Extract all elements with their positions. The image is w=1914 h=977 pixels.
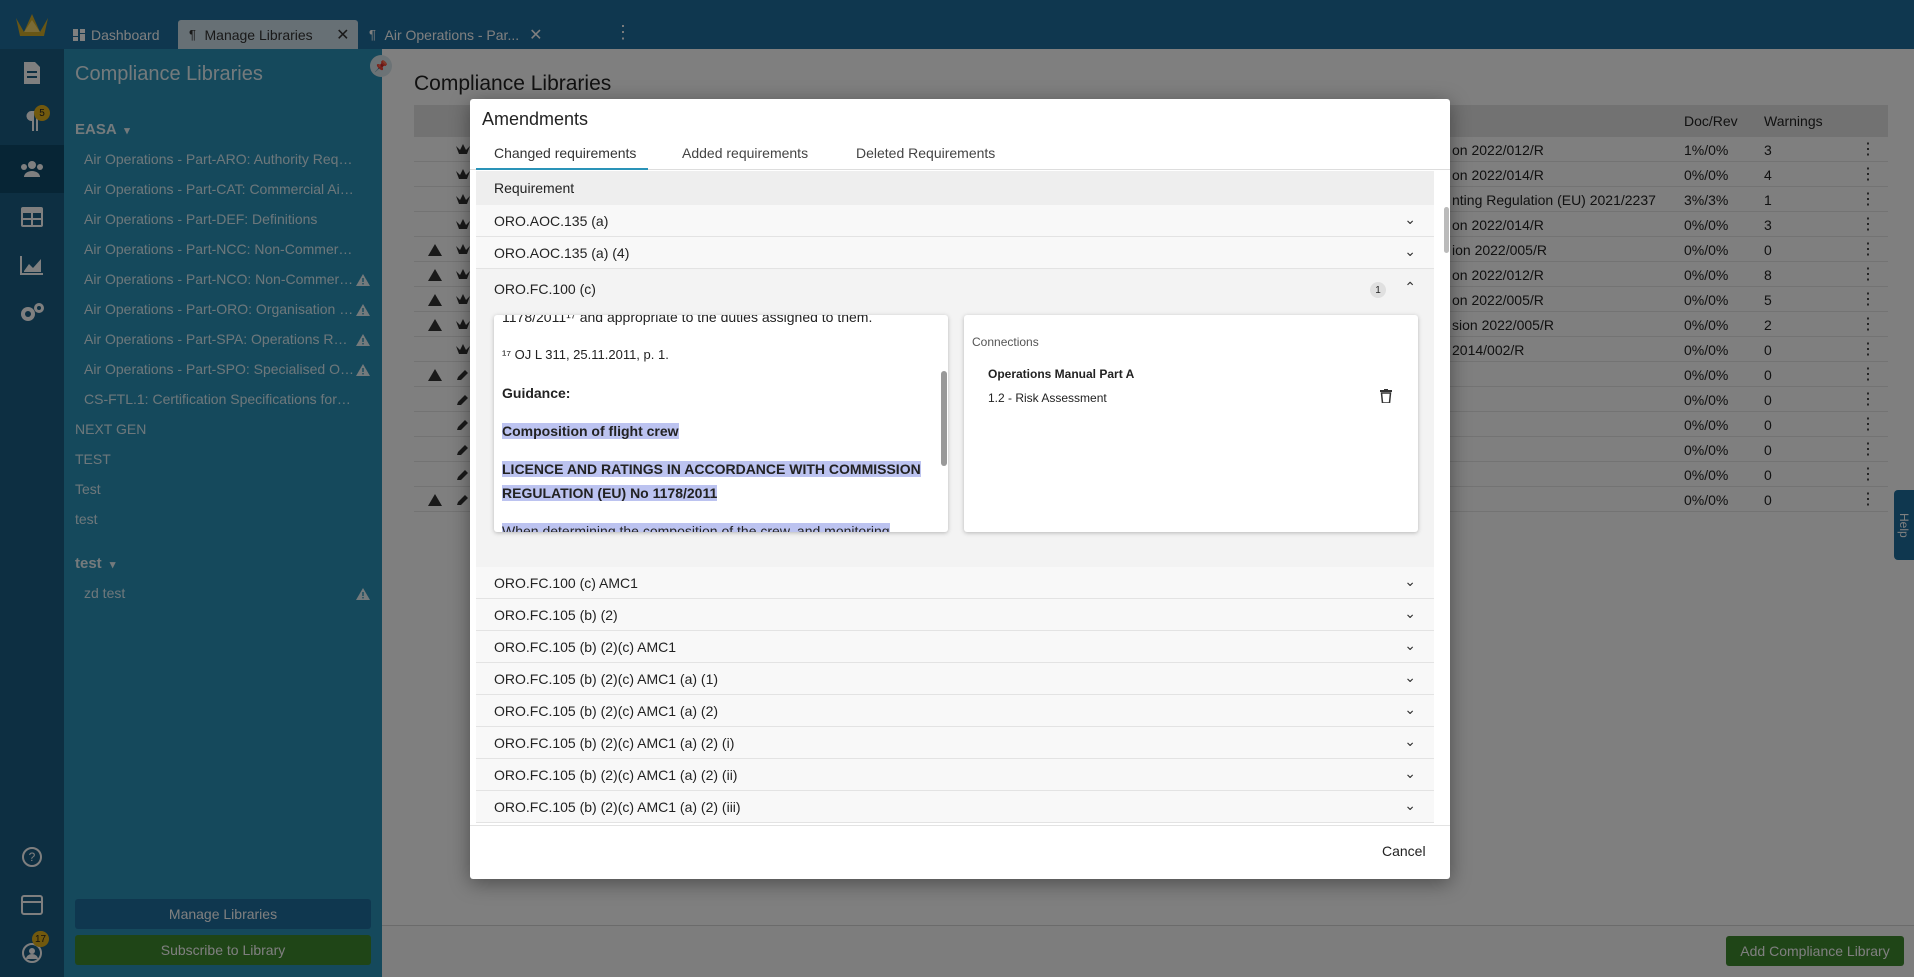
tab-deleted-requirements[interactable]: Deleted Requirements <box>856 145 995 161</box>
requirement-row[interactable]: ORO.FC.105 (b) (2)(c) AMC1 (a) (1) ⌄ <box>476 663 1434 695</box>
requirement-row[interactable]: ORO.FC.105 (b) (2) ⌄ <box>476 599 1434 631</box>
licence-heading: LICENCE AND RATINGS IN ACCORDANCE WITH C… <box>502 457 922 505</box>
chevron-down-icon: ⌄ <box>1404 243 1416 259</box>
requirement-row[interactable]: ORO.AOC.135 (a) ⌄ <box>476 205 1434 237</box>
requirement-label: ORO.FC.100 (c) <box>494 281 596 297</box>
requirements-list: ORO.AOC.135 (a) ⌄ ORO.AOC.135 (a) (4) ⌄ … <box>476 205 1434 825</box>
connections-panel: Connections Operations Manual Part A 1.2… <box>964 315 1418 532</box>
requirement-label: ORO.AOC.135 (a) <box>494 213 609 229</box>
requirement-label: ORO.FC.105 (b) (2)(c) AMC1 (a) (1) <box>494 671 719 687</box>
requirement-label: ORO.AOC.135 (a) (4) <box>494 245 630 261</box>
chevron-down-icon: ⌄ <box>1404 605 1416 621</box>
highlighted-text: LICENCE AND RATINGS IN ACCORDANCE WITH C… <box>502 461 921 501</box>
requirement-text-panel[interactable]: 1178/2011¹⁷ and appropriate to the dutie… <box>494 315 948 532</box>
requirement-row[interactable]: ORO.AOC.135 (a) (4) ⌄ <box>476 237 1434 269</box>
connection-count-badge: 1 <box>1370 282 1386 298</box>
requirement-row[interactable]: ORO.FC.105 (b) (2)(c) AMC1 (a) (2) (ii) ⌄ <box>476 759 1434 791</box>
requirement-label: ORO.FC.100 (c) AMC1 <box>494 575 638 591</box>
guidance-heading: Guidance: <box>502 385 571 401</box>
requirement-row[interactable]: ORO.FC.105 (b) (2)(c) AMC1 ⌄ <box>476 631 1434 663</box>
composition-heading: Composition of flight crew <box>502 419 922 443</box>
highlighted-text: When determining the composition of the … <box>502 523 890 532</box>
chevron-down-icon: ⌄ <box>1404 211 1416 227</box>
body-text: When determining the composition of the … <box>502 519 922 532</box>
chevron-down-icon: ⌄ <box>1404 701 1416 717</box>
dialog-footer: Cancel <box>470 825 1450 879</box>
dialog-title: Amendments <box>482 109 589 129</box>
tab-added-requirements[interactable]: Added requirements <box>682 145 808 161</box>
cancel-button[interactable]: Cancel <box>1382 843 1426 859</box>
column-header-label: Requirement <box>494 180 575 196</box>
connections-title: Connections <box>972 335 1039 349</box>
chevron-up-icon: ⌃ <box>1404 279 1416 295</box>
connection-section[interactable]: 1.2 - Risk Assessment <box>988 391 1107 405</box>
requirement-row-expanded[interactable]: ORO.FC.100 (c) 1 ⌃ <box>476 269 1434 307</box>
requirement-label: ORO.FC.105 (b) (2) <box>494 607 618 623</box>
chevron-down-icon: ⌄ <box>1404 669 1416 685</box>
expanded-detail: 1178/2011¹⁷ and appropriate to the dutie… <box>476 307 1434 567</box>
tab-changed-requirements[interactable]: Changed requirements <box>494 145 636 161</box>
requirement-label: ORO.FC.105 (b) (2)(c) AMC1 (a) (2) (iii) <box>494 799 741 815</box>
dialog-scrollbar[interactable] <box>1444 207 1449 253</box>
chevron-down-icon: ⌄ <box>1404 637 1416 653</box>
requirement-label: ORO.FC.105 (b) (2)(c) AMC1 (a) (2) <box>494 703 719 719</box>
text-scrollbar[interactable] <box>941 371 947 466</box>
chevron-down-icon: ⌄ <box>1404 797 1416 813</box>
connection-document[interactable]: Operations Manual Part A <box>988 367 1134 381</box>
requirement-label: ORO.FC.105 (b) (2)(c) AMC1 (a) (2) (ii) <box>494 767 738 783</box>
dialog-tabs: Changed requirements Added requirements … <box>470 137 1450 170</box>
requirement-row[interactable]: ORO.FC.105 (b) (2)(c) AMC1 (a) (2) ⌄ <box>476 695 1434 727</box>
requirement-row[interactable]: ORO.FC.100 (c) AMC1 ⌄ <box>476 567 1434 599</box>
footnote-text: ¹⁷ OJ L 311, 25.11.2011, p. 1. <box>502 347 669 362</box>
requirement-label: ORO.FC.105 (b) (2)(c) AMC1 <box>494 639 677 655</box>
chevron-down-icon: ⌄ <box>1404 733 1416 749</box>
requirement-label: ORO.FC.105 (b) (2)(c) AMC1 (a) (2) (i) <box>494 735 735 751</box>
chevron-down-icon: ⌄ <box>1404 765 1416 781</box>
requirement-row[interactable]: ORO.FC.105 (b) (2)(c) AMC1 (a) (2) (iii)… <box>476 791 1434 823</box>
active-tab-indicator <box>476 168 648 170</box>
requirement-row[interactable]: ORO.FC.105 (b) (2)(c) AMC1 (a) (2) (i) ⌄ <box>476 727 1434 759</box>
highlighted-text: Composition of flight crew <box>502 423 679 439</box>
requirement-text-line: 1178/2011¹⁷ and appropriate to the dutie… <box>502 315 873 325</box>
requirement-column-header: Requirement <box>476 171 1434 205</box>
chevron-down-icon: ⌄ <box>1404 573 1416 589</box>
delete-icon[interactable] <box>1380 389 1392 406</box>
amendments-dialog: Amendments Changed requirements Added re… <box>470 99 1450 879</box>
